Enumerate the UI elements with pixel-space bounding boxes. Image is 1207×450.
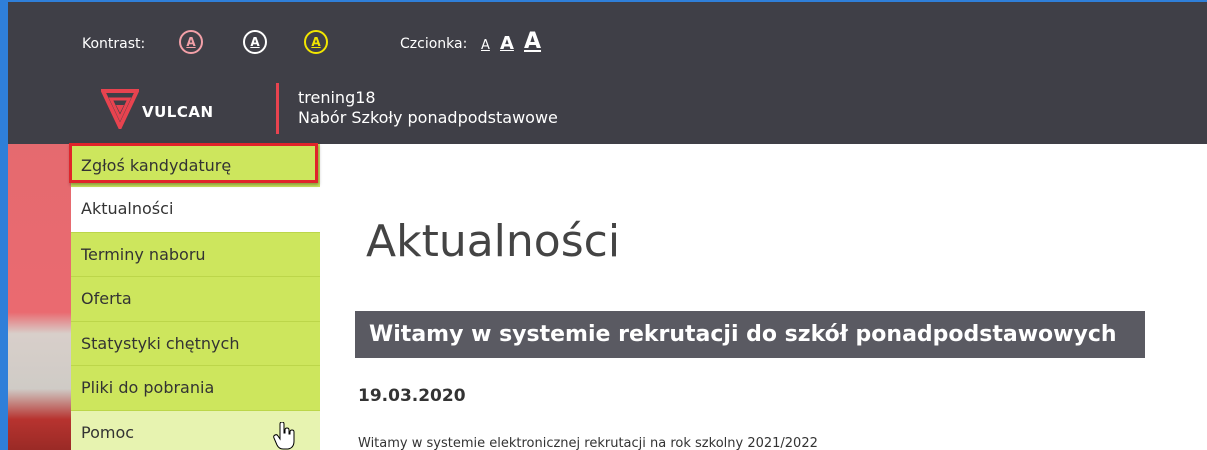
hero-image (8, 144, 72, 450)
header-bar: Kontrast: A A A Czcionka: A A A VULCAN t… (8, 2, 1207, 144)
news-headline: Witamy w systemie rekrutacji do szkół po… (355, 311, 1145, 358)
sidebar-item-zglos-kandydature[interactable]: Zgłoś kandydaturę (71, 144, 320, 187)
sidebar-item-terminy-naboru[interactable]: Terminy naboru (71, 231, 320, 276)
browser-viewport: Kontrast: A A A Czcionka: A A A VULCAN t… (8, 2, 1207, 450)
news-body: Witamy w systemie elektronicznej rekruta… (358, 436, 818, 450)
logo-text: VULCAN (142, 103, 214, 121)
sidebar-nav: Zgłoś kandydaturę Aktualności Terminy na… (71, 144, 320, 450)
contrast-default-button[interactable]: A (179, 30, 203, 54)
contrast-label: Kontrast: (82, 36, 146, 52)
vulcan-logo-icon[interactable] (99, 87, 141, 133)
page-title: Aktualności (366, 216, 621, 267)
news-date: 19.03.2020 (358, 386, 466, 406)
contrast-black-white-button[interactable]: A (243, 30, 267, 54)
font-small-button[interactable]: A (481, 38, 490, 53)
hand-pointer-icon (273, 421, 295, 450)
sidebar-item-aktualnosci[interactable]: Aktualności (71, 187, 320, 232)
school-process: Nabór Szkoły ponadpodstawowe (298, 108, 558, 127)
sidebar-item-oferta[interactable]: Oferta (71, 276, 320, 321)
school-name: trening18 Nabór Szkoły ponadpodstawowe (298, 88, 558, 128)
school-login: trening18 (298, 88, 376, 107)
sidebar-item-statystyki-chetnych[interactable]: Statystyki chętnych (71, 320, 320, 365)
contrast-yellow-black-button[interactable]: A (304, 30, 328, 54)
header-divider (276, 83, 279, 134)
font-medium-button[interactable]: A (500, 33, 514, 54)
sidebar-item-pliki-do-pobrania[interactable]: Pliki do pobrania (71, 365, 320, 410)
font-large-button[interactable]: A (524, 29, 541, 54)
font-size-label: Czcionka: (400, 36, 468, 52)
